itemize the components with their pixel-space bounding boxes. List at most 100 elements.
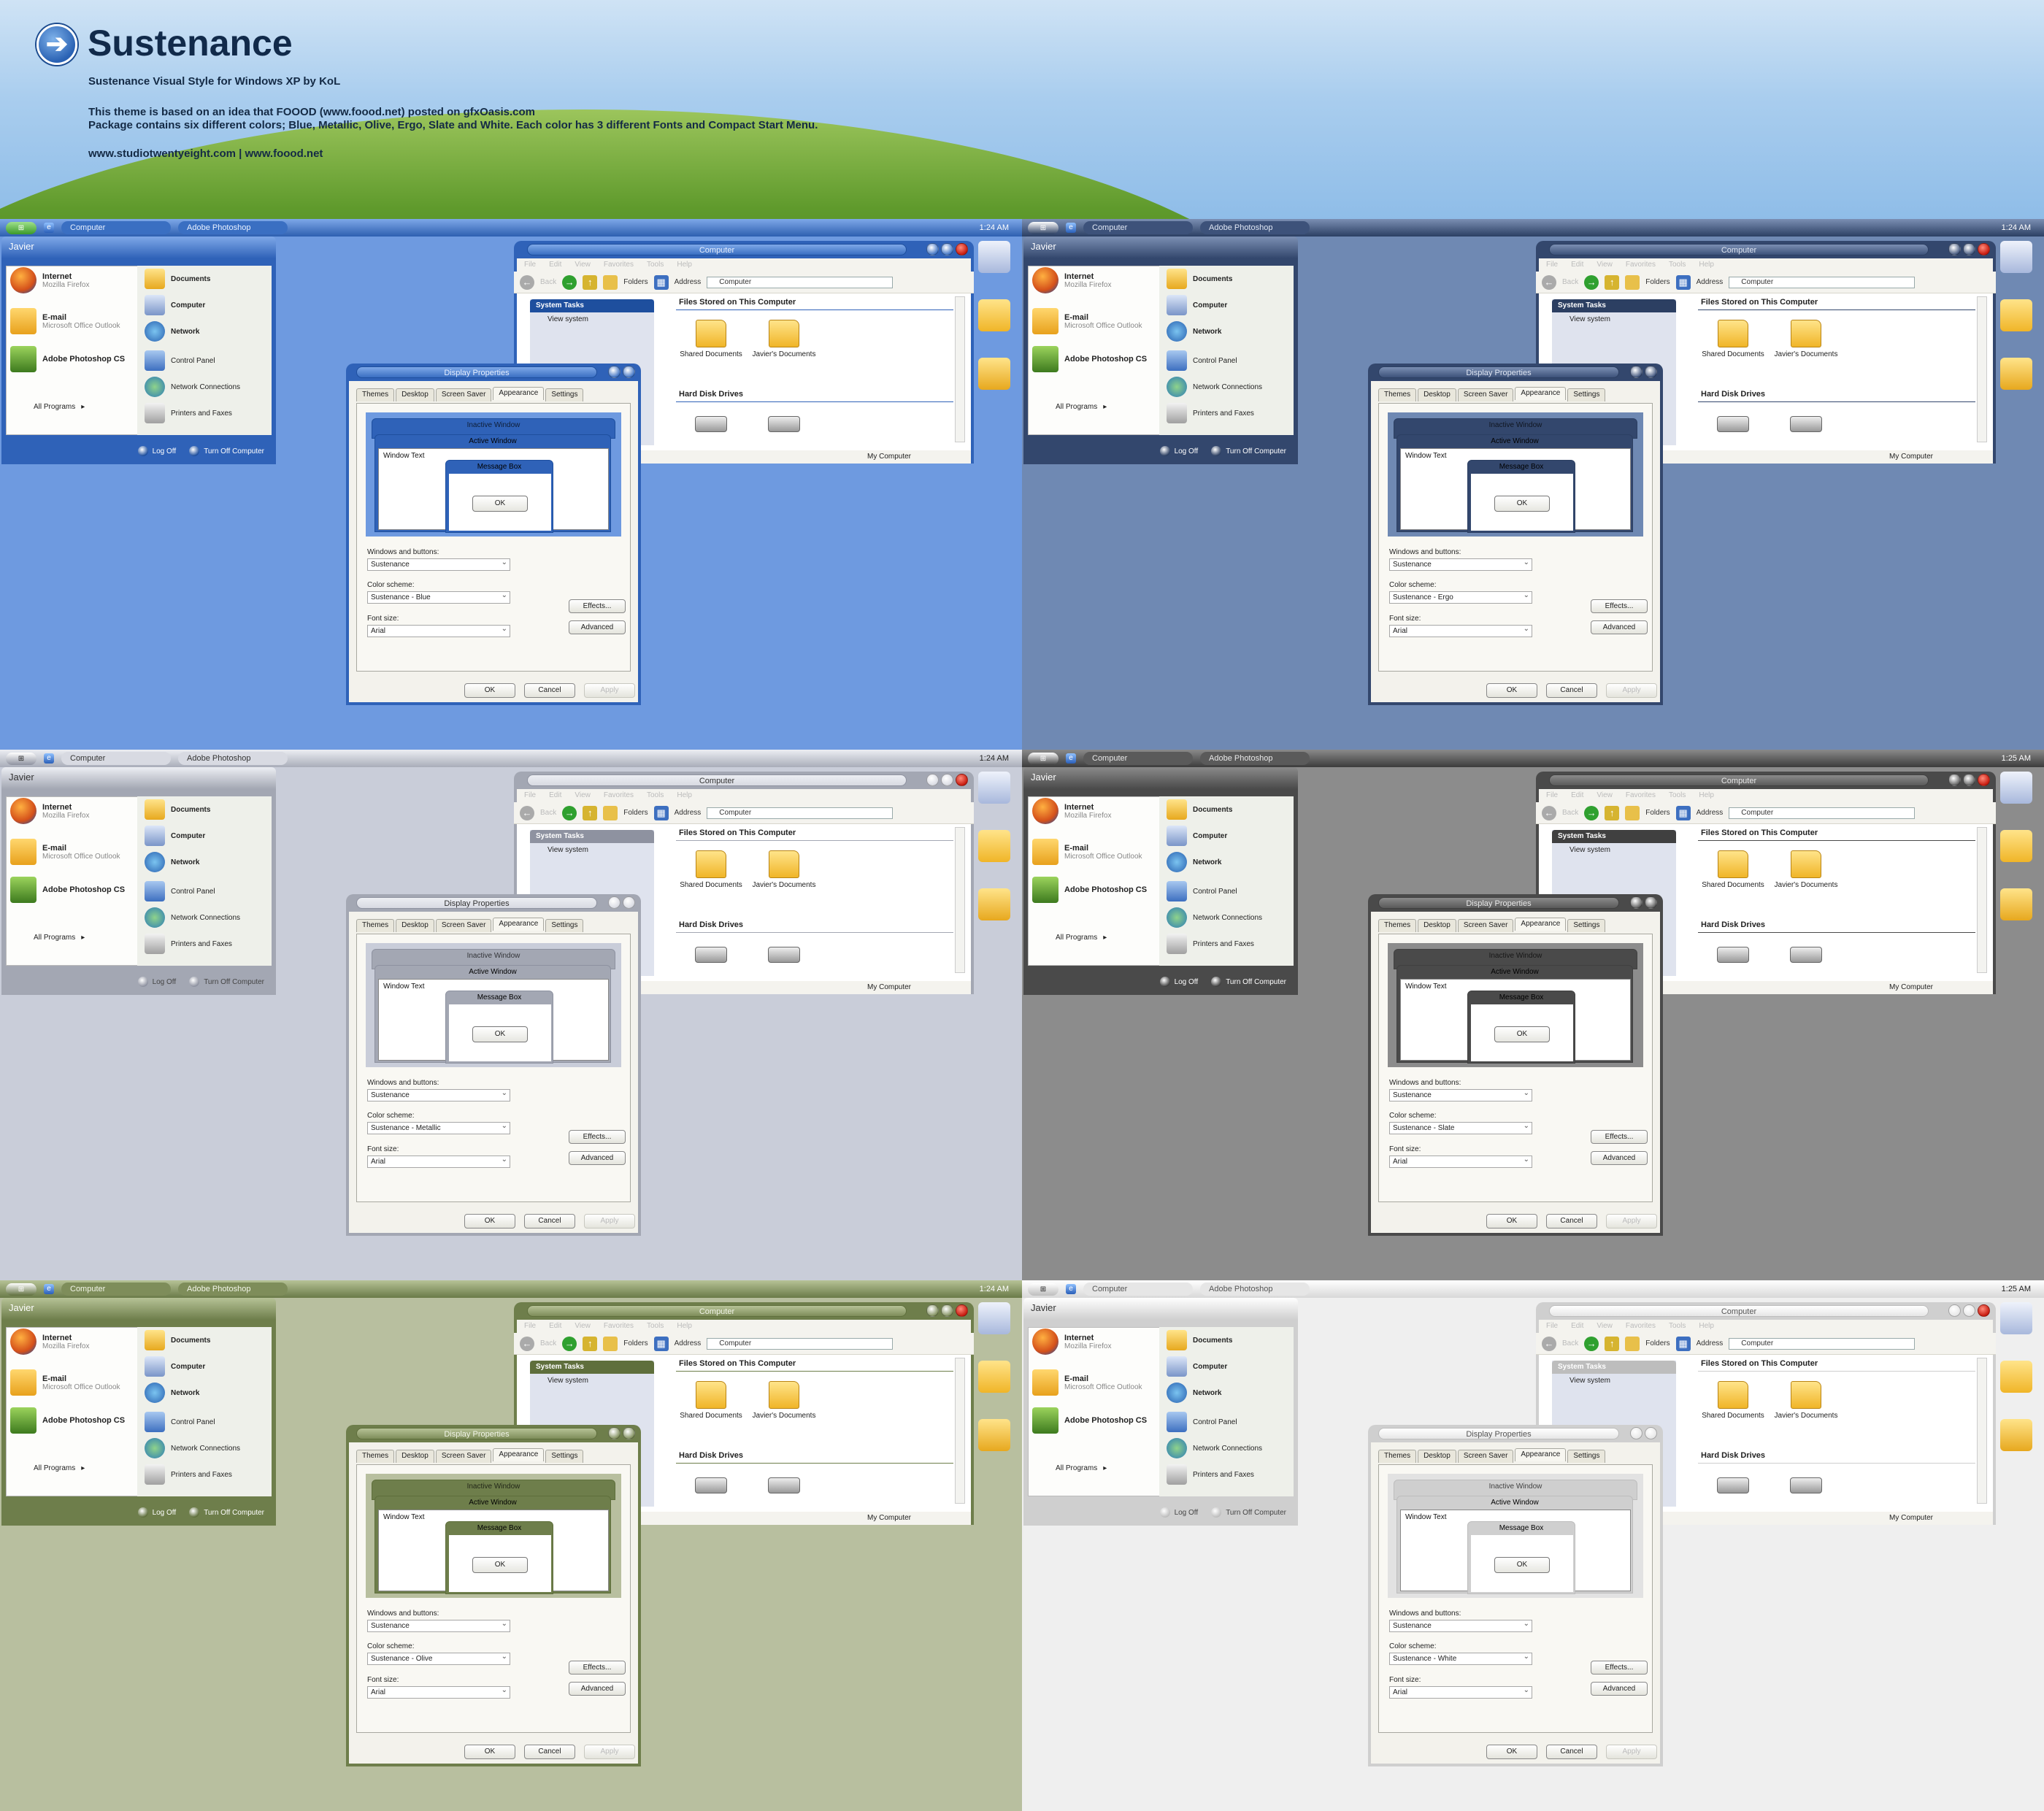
start-item-network[interactable]: Network [1167, 852, 1221, 872]
menu-file[interactable]: File [1546, 1320, 1558, 1333]
hard-drive-icon[interactable] [1790, 1477, 1822, 1493]
apply-button[interactable]: Apply [1606, 1214, 1657, 1229]
log-off-button[interactable]: Log Off [1159, 977, 1198, 987]
computer-desktop-icon[interactable] [2000, 1302, 2032, 1334]
folder-desktop-icon[interactable] [978, 888, 1010, 920]
menu-edit[interactable]: Edit [549, 1320, 561, 1333]
back-arrow-icon[interactable]: ← [1542, 805, 1556, 820]
folders-icon[interactable] [603, 1336, 618, 1351]
menu-help[interactable]: Help [677, 1320, 692, 1333]
log-off-button[interactable]: Log Off [137, 446, 176, 456]
start-item-documents[interactable]: Documents [1167, 1330, 1232, 1350]
start-item-email[interactable]: E-mail Microsoft Office Outlook [1032, 1369, 1142, 1396]
effects-button[interactable]: Effects... [569, 1130, 626, 1144]
taskbar-button-photoshop[interactable]: Adobe Photoshop [1200, 221, 1310, 234]
apply-button[interactable]: Apply [1606, 1745, 1657, 1759]
menu-file[interactable]: File [524, 258, 536, 272]
start-item-network[interactable]: Network [1167, 321, 1221, 342]
explorer-titlebar[interactable]: Computer [514, 772, 974, 789]
menu-favorites[interactable]: Favorites [604, 1320, 634, 1333]
log-off-button[interactable]: Log Off [137, 977, 176, 987]
menu-edit[interactable]: Edit [1571, 789, 1583, 802]
tab-appearance[interactable]: Appearance [1515, 1448, 1567, 1461]
start-item-photoshop[interactable]: Adobe Photoshop CS [1032, 346, 1147, 372]
dialog-titlebar[interactable]: Display Properties [346, 894, 641, 912]
taskbar-button-computer[interactable]: Computer [61, 221, 171, 234]
computer-desktop-icon[interactable] [978, 241, 1010, 273]
folder-desktop-icon[interactable] [978, 830, 1010, 862]
color-scheme-select[interactable]: Sustenance - Blue [367, 590, 510, 604]
folders-icon[interactable] [1625, 805, 1640, 820]
apply-button[interactable]: Apply [1606, 683, 1657, 698]
all-programs-button[interactable]: All Programs ▸ [34, 934, 85, 942]
tab-desktop[interactable]: Desktop [396, 919, 434, 932]
start-item-control-panel[interactable]: Control Panel [145, 350, 215, 371]
menu-edit[interactable]: Edit [549, 258, 561, 272]
dialog-titlebar[interactable]: Display Properties [346, 364, 641, 381]
menu-edit[interactable]: Edit [549, 789, 561, 802]
start-item-network-connections[interactable]: Network Connections [145, 907, 240, 928]
javiers-documents-folder[interactable]: Javier's Documents [749, 850, 819, 889]
vertical-scrollbar[interactable] [1977, 1358, 1987, 1504]
start-item-network-connections[interactable]: Network Connections [1167, 1438, 1262, 1458]
folders-button-label[interactable]: Folders [623, 278, 648, 286]
start-item-documents[interactable]: Documents [1167, 799, 1232, 820]
help-button[interactable] [1630, 1427, 1642, 1439]
start-item-network-connections[interactable]: Network Connections [145, 377, 240, 397]
maximize-button[interactable] [941, 1304, 953, 1317]
ok-button[interactable]: OK [464, 1214, 515, 1229]
minimize-button[interactable] [1948, 1304, 1961, 1317]
close-button[interactable] [623, 896, 635, 909]
ie-quicklaunch-icon[interactable]: e [1066, 223, 1076, 233]
menu-tools[interactable]: Tools [1669, 789, 1686, 802]
cancel-button[interactable]: Cancel [1546, 1745, 1597, 1759]
folder-desktop-icon[interactable] [2000, 888, 2032, 920]
log-off-button[interactable]: Log Off [137, 1507, 176, 1518]
font-size-select[interactable]: Arial [367, 1154, 510, 1168]
color-scheme-select[interactable]: Sustenance - Metallic [367, 1120, 510, 1134]
menu-tools[interactable]: Tools [647, 1320, 664, 1333]
folders-button-label[interactable]: Folders [623, 809, 648, 817]
tab-themes[interactable]: Themes [1378, 1450, 1417, 1463]
address-bar[interactable]: Computer [1729, 1337, 1916, 1350]
forward-arrow-icon[interactable]: → [562, 274, 577, 290]
effects-button[interactable]: Effects... [569, 1661, 626, 1674]
start-item-control-panel[interactable]: Control Panel [1167, 350, 1237, 371]
javiers-documents-folder[interactable]: Javier's Documents [1771, 1381, 1841, 1420]
ok-button[interactable]: OK [464, 1745, 515, 1759]
taskbar-button-computer[interactable]: Computer [1083, 221, 1193, 234]
folders-icon[interactable] [1625, 1336, 1640, 1351]
menu-tools[interactable]: Tools [1669, 1320, 1686, 1333]
windows-buttons-select[interactable]: Sustenance [367, 1088, 510, 1101]
tab-screen-saver[interactable]: Screen Saver [435, 388, 492, 401]
folder-desktop-icon[interactable] [2000, 1361, 2032, 1393]
start-item-network-connections[interactable]: Network Connections [145, 1438, 240, 1458]
hard-drive-icon[interactable] [768, 1477, 800, 1493]
advanced-button[interactable]: Advanced [569, 620, 626, 634]
folders-button-label[interactable]: Folders [1645, 1339, 1670, 1347]
shared-documents-folder[interactable]: Shared Documents [676, 1381, 746, 1420]
menu-view[interactable]: View [1597, 258, 1613, 272]
folder-desktop-icon[interactable] [2000, 1419, 2032, 1451]
tab-themes[interactable]: Themes [1378, 919, 1417, 932]
menu-view[interactable]: View [1597, 789, 1613, 802]
forward-arrow-icon[interactable]: → [1584, 274, 1599, 290]
start-button[interactable]: ⊞ [6, 221, 36, 234]
start-item-photoshop[interactable]: Adobe Photoshop CS [1032, 877, 1147, 903]
ok-button[interactable]: OK [1486, 683, 1537, 698]
tab-themes[interactable]: Themes [356, 1450, 395, 1463]
menu-help[interactable]: Help [1699, 258, 1714, 272]
system-tasks-header[interactable]: System Tasks [530, 1361, 654, 1374]
view-system-link[interactable]: View system [530, 843, 654, 854]
start-item-printers[interactable]: Printers and Faxes [145, 1464, 232, 1485]
views-icon[interactable]: ▦ [653, 1336, 669, 1351]
start-item-documents[interactable]: Documents [145, 799, 210, 820]
start-item-control-panel[interactable]: Control Panel [1167, 881, 1237, 901]
folder-desktop-icon[interactable] [978, 299, 1010, 331]
tab-settings[interactable]: Settings [545, 388, 584, 401]
explorer-titlebar[interactable]: Computer [514, 241, 974, 258]
menu-view[interactable]: View [575, 789, 591, 802]
menu-file[interactable]: File [524, 1320, 536, 1333]
view-system-link[interactable]: View system [1552, 843, 1676, 854]
minimize-button[interactable] [926, 774, 939, 786]
